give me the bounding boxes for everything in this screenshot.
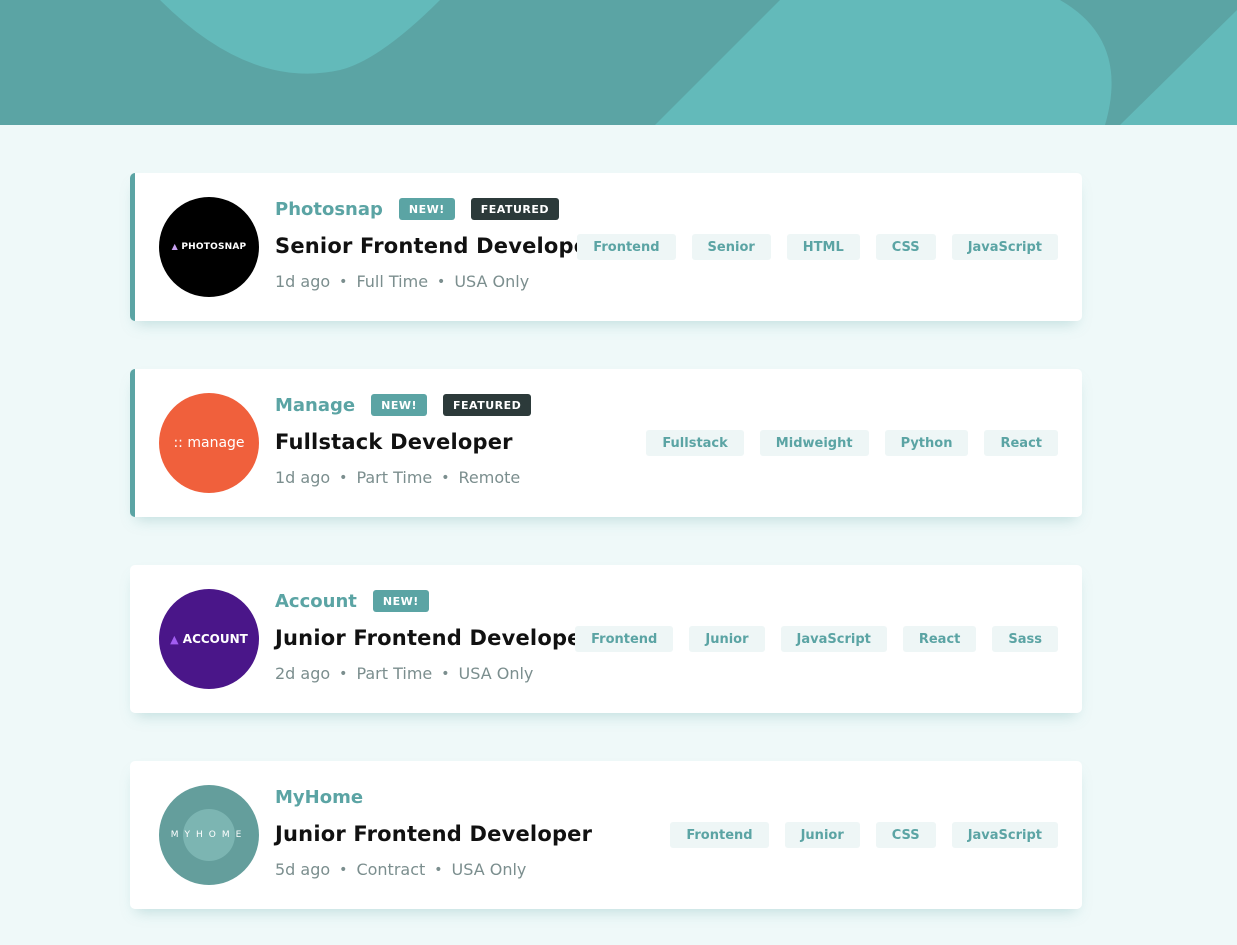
separator-dot: •	[339, 273, 348, 290]
separator-dot: •	[339, 861, 348, 878]
job-meta: 2d ago • Part Time • USA Only	[275, 664, 592, 683]
posted-at: 5d ago	[275, 860, 331, 879]
contract-type: Full Time	[356, 272, 429, 291]
tag-javascript[interactable]: JavaScript	[780, 626, 887, 652]
job-title[interactable]: Fullstack Developer	[275, 430, 547, 454]
tag-frontend[interactable]: Frontend	[670, 822, 769, 848]
company-logo: ▲ PHOTOSNAP	[159, 197, 259, 297]
company-name[interactable]: Account	[275, 591, 357, 612]
tag-junior[interactable]: Junior	[689, 626, 765, 652]
contract-type: Part Time	[356, 664, 433, 683]
tag-midweight[interactable]: Midweight	[759, 430, 869, 456]
logo-text: PHOTOSNAP	[181, 242, 247, 252]
job-meta: 1d ago • Part Time • Remote	[275, 468, 547, 487]
tag-sass[interactable]: Sass	[992, 626, 1058, 652]
job-list: ▲ PHOTOSNAP Photosnap NEW! FEATURED Seni…	[130, 173, 1082, 909]
separator-dot: •	[339, 665, 348, 682]
tag-frontend[interactable]: Frontend	[577, 234, 676, 260]
tag-fullstack[interactable]: Fullstack	[646, 430, 744, 456]
tag-react[interactable]: React	[902, 626, 977, 652]
header-banner	[0, 0, 1237, 125]
tag-css[interactable]: CSS	[875, 234, 936, 260]
job-tags: Frontend Senior HTML CSS JavaScript	[577, 234, 1058, 260]
contract-type: Contract	[356, 860, 426, 879]
job-title[interactable]: Junior Frontend Developer	[275, 822, 592, 846]
tag-javascript[interactable]: JavaScript	[951, 234, 1058, 260]
job-location: USA Only	[451, 860, 527, 879]
separator-dot: •	[339, 469, 348, 486]
job-tags: Frontend Junior JavaScript React Sass	[575, 626, 1058, 652]
job-title[interactable]: Senior Frontend Developer	[275, 234, 599, 258]
separator-dot: •	[441, 665, 450, 682]
tag-css[interactable]: CSS	[875, 822, 936, 848]
tag-react[interactable]: React	[984, 430, 1058, 456]
tag-python[interactable]: Python	[884, 430, 969, 456]
tag-javascript[interactable]: JavaScript	[951, 822, 1058, 848]
tag-frontend[interactable]: Frontend	[575, 626, 674, 652]
job-meta: 5d ago • Contract • USA Only	[275, 860, 592, 879]
company-name[interactable]: Photosnap	[275, 199, 383, 220]
job-location: USA Only	[458, 664, 534, 683]
job-location: USA Only	[454, 272, 530, 291]
posted-at: 1d ago	[275, 272, 331, 291]
logo-text: MYHOME	[170, 830, 248, 840]
new-badge: NEW!	[372, 590, 429, 612]
company-logo: :: manage	[159, 393, 259, 493]
header-pattern	[0, 0, 1237, 125]
job-card-account[interactable]: ▲ ACCOUNT Account NEW! Junior Frontend D…	[130, 565, 1082, 713]
job-card-photosnap[interactable]: ▲ PHOTOSNAP Photosnap NEW! FEATURED Seni…	[130, 173, 1082, 321]
logo-text: :: manage	[173, 435, 245, 451]
job-tags: Fullstack Midweight Python React	[646, 430, 1058, 456]
mountain-icon: ▲	[170, 633, 179, 646]
job-title[interactable]: Junior Frontend Developer	[275, 626, 592, 650]
job-meta: 1d ago • Full Time • USA Only	[275, 272, 599, 291]
separator-dot: •	[434, 861, 443, 878]
posted-at: 1d ago	[275, 468, 331, 487]
tag-html[interactable]: HTML	[786, 234, 860, 260]
logo-text: ACCOUNT	[182, 632, 248, 646]
job-card-manage[interactable]: :: manage Manage NEW! FEATURED Fullstack…	[130, 369, 1082, 517]
job-tags: Frontend Junior CSS JavaScript	[670, 822, 1058, 848]
new-badge: NEW!	[371, 394, 427, 416]
posted-at: 2d ago	[275, 664, 331, 683]
job-location: Remote	[458, 468, 521, 487]
company-logo: MYHOME	[159, 785, 259, 885]
tag-senior[interactable]: Senior	[691, 234, 771, 260]
separator-dot: •	[441, 469, 450, 486]
company-name[interactable]: MyHome	[275, 787, 363, 808]
triangle-icon: ▲	[171, 242, 179, 251]
contract-type: Part Time	[356, 468, 433, 487]
featured-badge: FEATURED	[470, 198, 560, 220]
job-card-myhome[interactable]: MYHOME MyHome Junior Frontend Developer …	[130, 761, 1082, 909]
featured-badge: FEATURED	[443, 394, 532, 416]
company-name[interactable]: Manage	[275, 395, 355, 416]
separator-dot: •	[437, 273, 446, 290]
company-logo: ▲ ACCOUNT	[159, 589, 259, 689]
new-badge: NEW!	[398, 198, 455, 220]
tag-junior[interactable]: Junior	[784, 822, 860, 848]
